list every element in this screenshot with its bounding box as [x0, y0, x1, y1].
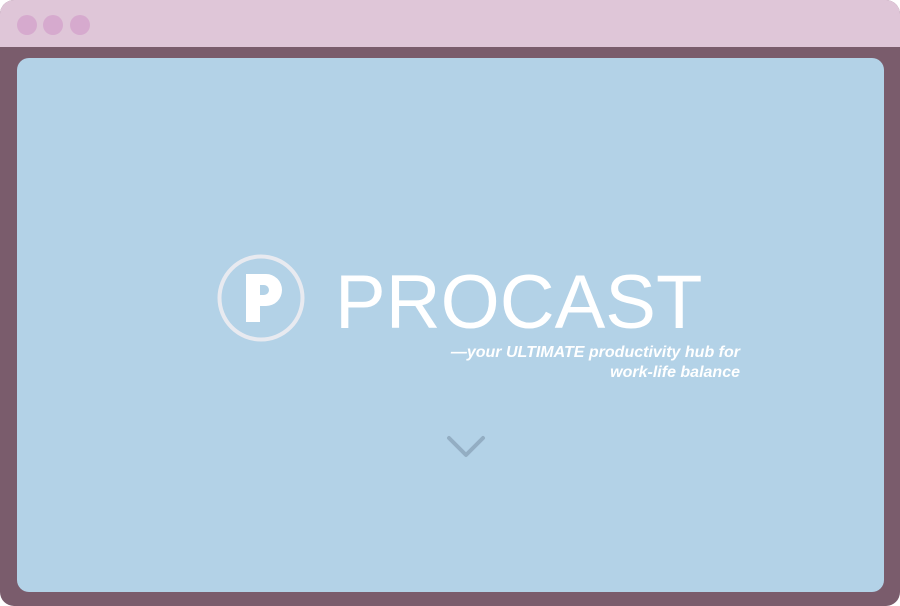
maximize-window-dot[interactable] [70, 15, 90, 35]
brand-name: PROCAST [335, 260, 703, 345]
hero-section: PROCAST —your ULTIMATE productivity hub … [17, 58, 884, 592]
tagline: —your ULTIMATE productivity hub for work… [380, 343, 740, 383]
window-titlebar [0, 0, 900, 47]
minimize-window-dot[interactable] [43, 15, 63, 35]
tagline-line-1: —your ULTIMATE productivity hub for [450, 344, 740, 361]
procast-logo-icon [217, 254, 305, 342]
chevron-down-icon[interactable] [444, 433, 488, 463]
close-window-dot[interactable] [17, 15, 37, 35]
browser-window: PROCAST —your ULTIMATE productivity hub … [0, 0, 900, 606]
tagline-line-2: work-life balance [610, 364, 740, 381]
